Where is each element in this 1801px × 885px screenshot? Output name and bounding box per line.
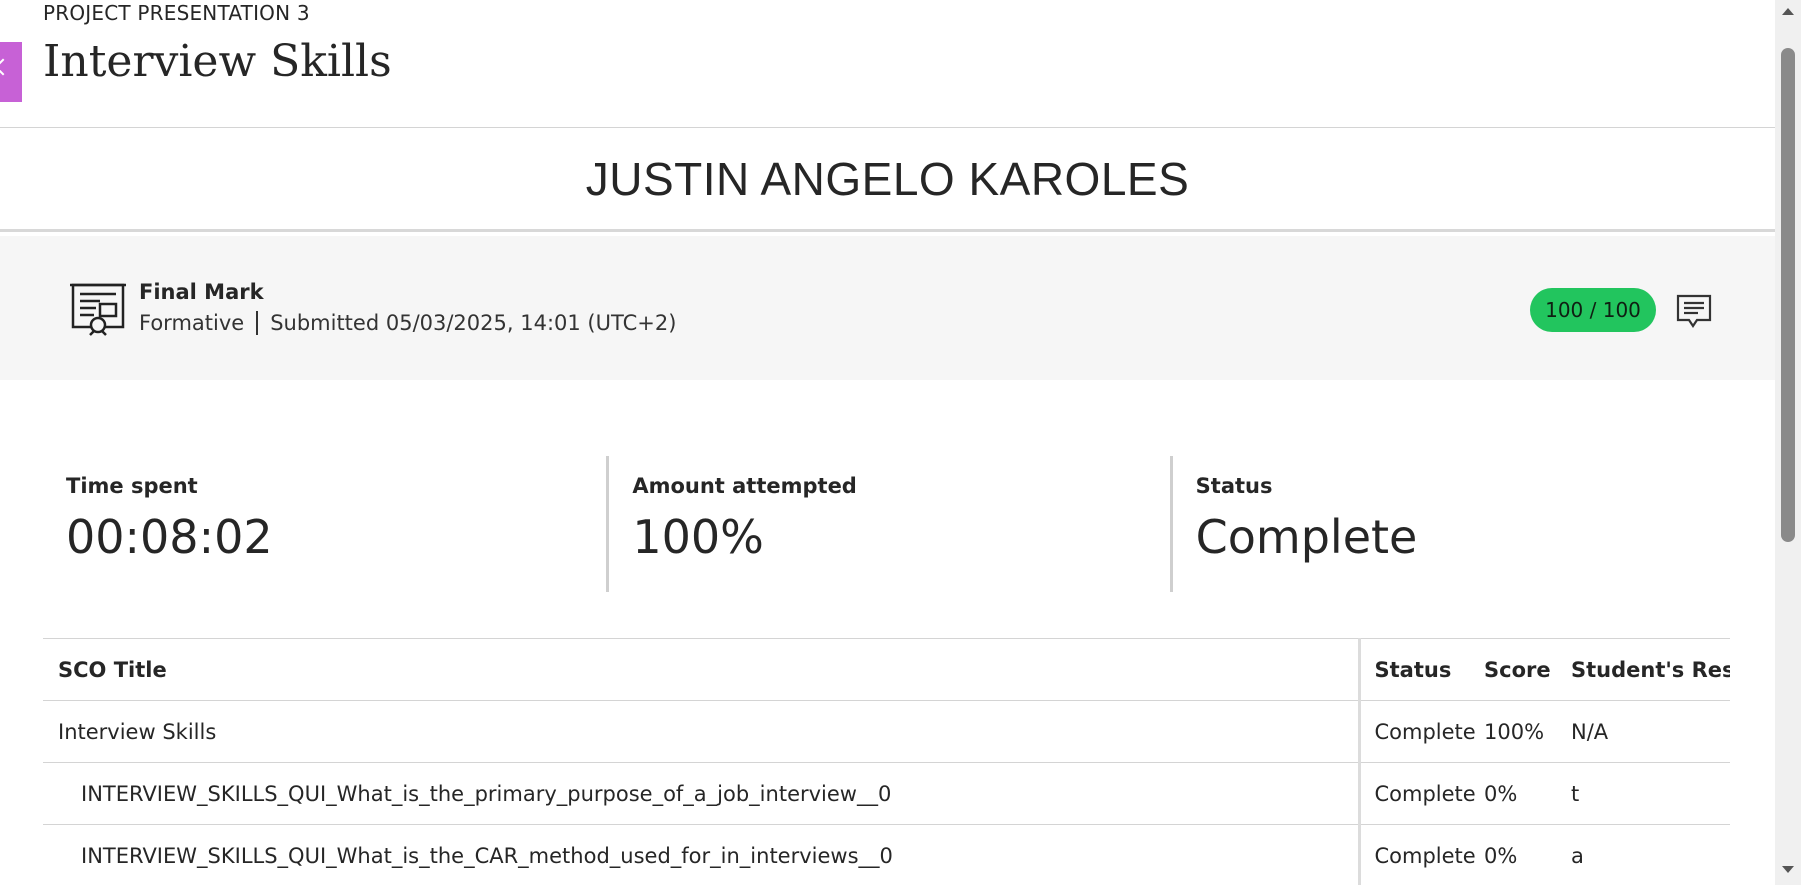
mark-type: Formative xyxy=(139,311,245,335)
stat-amount-attempted: Amount attempted 100% xyxy=(606,456,1169,592)
table-header-row: SCO Title Status Score Student's Resp xyxy=(43,638,1730,701)
sco-table: SCO Title Status Score Student's Resp In… xyxy=(43,638,1730,885)
cell-status: Complete xyxy=(1359,824,1483,885)
cell-status: Complete xyxy=(1359,762,1483,825)
submitted-date: Submitted 05/03/2025, 14:01 (UTC+2) xyxy=(270,311,677,335)
table-row[interactable]: Interview Skills Complete 100% N/A xyxy=(43,700,1730,763)
cell-sco-title: INTERVIEW_SKILLS_QUI_What_is_the_CAR_met… xyxy=(43,824,1361,885)
stat-value: 100% xyxy=(632,510,764,564)
comment-icon[interactable] xyxy=(1675,292,1713,330)
stat-label: Status xyxy=(1195,474,1273,498)
page-header: PROJECT PRESENTATION 3 Interview Skills xyxy=(0,0,1775,128)
cell-status: Complete xyxy=(1359,700,1483,763)
column-header-sco-title[interactable]: SCO Title xyxy=(43,638,1361,701)
meta-separator xyxy=(256,311,259,335)
cell-sco-title: Interview Skills xyxy=(43,700,1361,763)
column-header-score[interactable]: Score xyxy=(1483,638,1570,701)
breadcrumb: PROJECT PRESENTATION 3 xyxy=(43,1,310,25)
cell-score: 0% xyxy=(1483,824,1570,885)
scroll-up-arrow-icon[interactable] xyxy=(1782,8,1794,15)
cell-response: a xyxy=(1570,824,1730,885)
vertical-scrollbar[interactable] xyxy=(1775,0,1801,885)
final-mark-panel: Final Mark Formative Submitted 05/03/202… xyxy=(0,236,1775,380)
cell-score: 100% xyxy=(1483,700,1570,763)
student-band: JUSTIN ANGELO KAROLES xyxy=(0,128,1775,232)
cell-response: N/A xyxy=(1570,700,1730,763)
stat-value: 00:08:02 xyxy=(66,510,273,564)
final-mark-meta: Formative Submitted 05/03/2025, 14:01 (U… xyxy=(139,311,676,335)
final-mark-title: Final Mark xyxy=(139,280,264,304)
cell-score: 0% xyxy=(1483,762,1570,825)
page: PROJECT PRESENTATION 3 Interview Skills … xyxy=(0,0,1801,885)
column-header-response[interactable]: Student's Resp xyxy=(1570,638,1730,701)
chevron-left-icon xyxy=(0,58,12,76)
student-name: JUSTIN ANGELO KAROLES xyxy=(585,152,1190,205)
scroll-down-arrow-icon[interactable] xyxy=(1782,866,1794,873)
attempt-stats: Time spent 00:08:02 Amount attempted 100… xyxy=(43,456,1733,592)
stat-time-spent: Time spent 00:08:02 xyxy=(43,456,606,592)
table-row[interactable]: INTERVIEW_SKILLS_QUI_What_is_the_CAR_met… xyxy=(43,824,1730,885)
scroll-thumb[interactable] xyxy=(1781,48,1795,542)
table-row[interactable]: INTERVIEW_SKILLS_QUI_What_is_the_primary… xyxy=(43,762,1730,825)
score-badge: 100 / 100 xyxy=(1530,288,1656,332)
collapse-panel-tab[interactable] xyxy=(0,42,22,102)
stat-status: Status Complete xyxy=(1169,456,1733,592)
cell-sco-title: INTERVIEW_SKILLS_QUI_What_is_the_primary… xyxy=(43,762,1361,825)
presentation-certificate-icon xyxy=(70,283,126,336)
cell-response: t xyxy=(1570,762,1730,825)
page-title: Interview Skills xyxy=(43,36,392,87)
stat-label: Amount attempted xyxy=(632,474,857,498)
sco-table-container[interactable]: SCO Title Status Score Student's Resp In… xyxy=(43,638,1730,885)
column-header-status[interactable]: Status xyxy=(1359,638,1483,701)
stat-label: Time spent xyxy=(66,474,198,498)
stat-value: Complete xyxy=(1195,510,1418,564)
